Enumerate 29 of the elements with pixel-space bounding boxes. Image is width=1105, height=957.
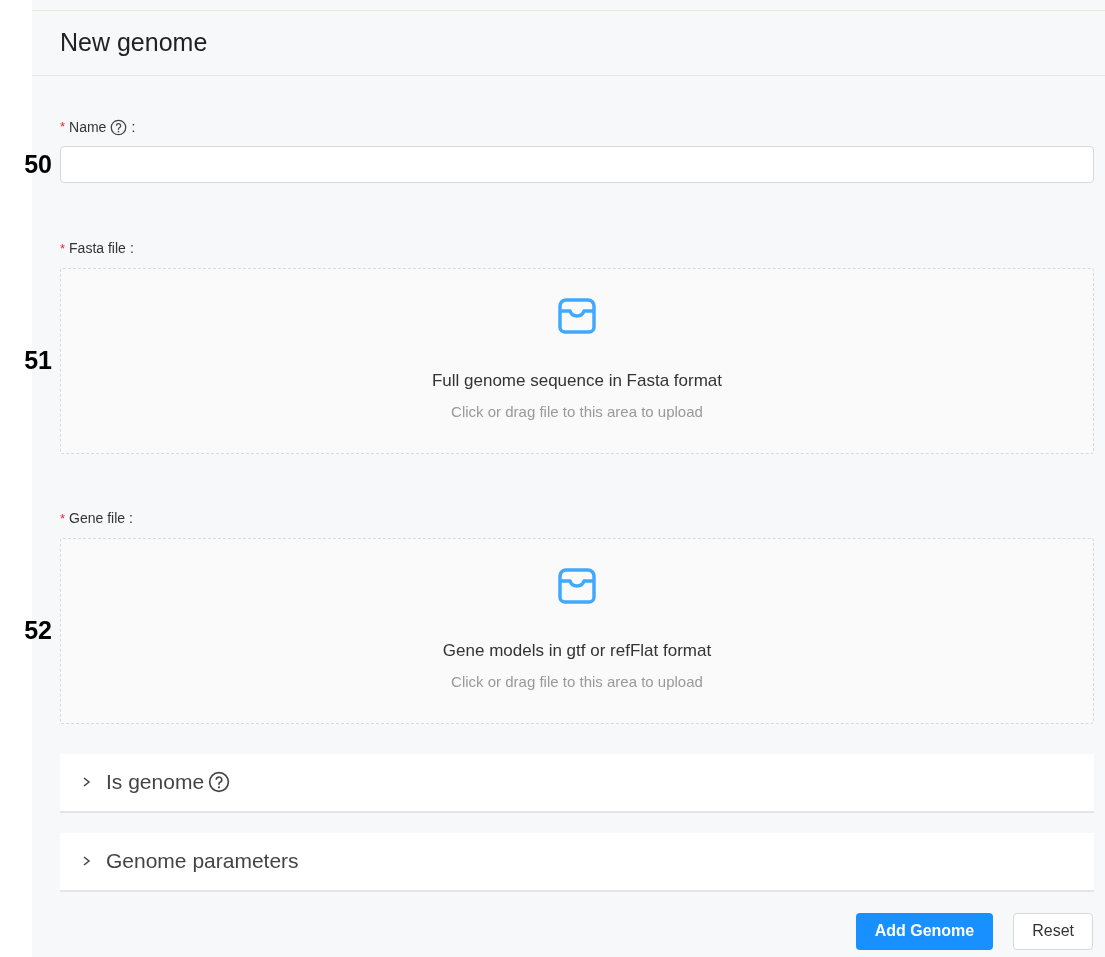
required-mark: *	[60, 118, 66, 137]
field-label: Fasta file	[69, 239, 126, 258]
annotation-number: 50	[24, 149, 52, 180]
upload-text: Full genome sequence in Fasta format	[431, 369, 723, 392]
required-mark: *	[60, 509, 66, 528]
upload-hint: Click or drag file to this area to upload	[451, 672, 703, 692]
upload-dropzone[interactable]: Full genome sequence in Fasta format Click or drag file to this area to upload	[60, 267, 1094, 454]
colon: :	[129, 239, 134, 258]
annotation-number: 52	[24, 614, 52, 646]
field-label: Gene file	[69, 509, 126, 528]
upload-text: Gene models in gtf or refFlat format	[442, 639, 712, 662]
field-label: Name	[69, 117, 107, 137]
collapse-panel[interactable]: Is genome	[60, 753, 1094, 813]
reset-button[interactable]: Reset	[1013, 912, 1093, 950]
help-icon[interactable]	[110, 118, 128, 136]
chevron-icon	[82, 776, 92, 788]
name-input[interactable]	[60, 146, 1094, 184]
page-title: New genome	[60, 27, 208, 59]
help-icon[interactable]	[208, 771, 231, 793]
chevron-icon	[82, 855, 92, 867]
colon: :	[129, 509, 133, 528]
panel-title: Genome parameters	[106, 848, 299, 875]
upload-hint: Click or drag file to this area to upload	[451, 402, 703, 422]
upload-dropzone[interactable]: Gene models in gtf or refFlat format Click or drag file to this area to upload	[60, 537, 1094, 724]
required-mark: *	[60, 239, 66, 258]
annotation-number: 51	[24, 344, 52, 376]
collapse-panel[interactable]: Genome parameters	[60, 832, 1094, 892]
colon: :	[131, 117, 136, 137]
panel-title: Is genome	[106, 769, 205, 796]
